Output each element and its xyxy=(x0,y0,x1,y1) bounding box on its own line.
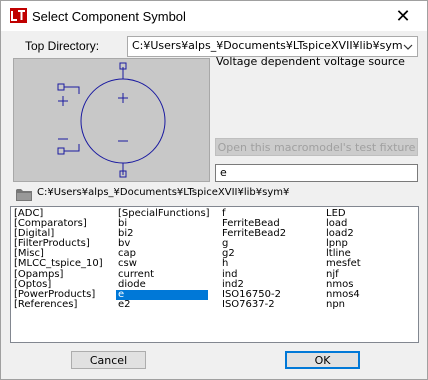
symbol-list[interactable]: [ADC] [Comparators] [Digital] [FilterPro… xyxy=(10,206,419,343)
folder-icon xyxy=(16,189,32,201)
list-column-2: [SpecialFunctions] bi bi2 bv cap csw cur… xyxy=(116,208,210,310)
top-directory-label: Top Directory: xyxy=(25,39,100,53)
top-directory-value: C:¥Users¥alps_¥Documents¥LTspiceXVII¥lib… xyxy=(132,39,403,52)
list-column-1: [ADC] [Comparators] [Digital] [FilterPro… xyxy=(12,208,103,310)
list-item[interactable]: bi2 xyxy=(116,229,210,239)
list-item[interactable]: [References] xyxy=(12,299,103,310)
voltage-source-symbol xyxy=(57,62,166,178)
list-column-4: LED load load2 lpnp ltline mesfet njf nm… xyxy=(324,208,361,310)
filter-input-value: e xyxy=(220,166,227,179)
list-item[interactable]: diode xyxy=(116,279,210,290)
list-item[interactable]: FerriteBead2 xyxy=(220,229,286,239)
list-item[interactable]: npn xyxy=(324,299,361,310)
close-button[interactable]: ✕ xyxy=(381,1,425,31)
filter-input[interactable]: e xyxy=(215,164,418,182)
cancel-button[interactable]: Cancel xyxy=(71,351,146,369)
list-item[interactable]: ISO7637-2 xyxy=(220,299,286,310)
top-directory-select[interactable]: C:¥Users¥alps_¥Documents¥LTspiceXVII¥lib… xyxy=(127,36,418,57)
component-description: Voltage dependent voltage source xyxy=(216,55,405,68)
window-title: Select Component Symbol xyxy=(32,9,186,24)
list-item[interactable]: g2 xyxy=(220,249,286,259)
ltspice-app-icon xyxy=(10,8,27,23)
list-item[interactable]: e2 xyxy=(116,299,210,310)
list-column-3: f FerriteBead FerriteBead2 g g2 h ind in… xyxy=(220,208,286,310)
symbol-preview xyxy=(13,58,210,182)
dialog-window: Select Component Symbol ✕ Top Directory:… xyxy=(0,0,428,380)
list-item[interactable]: [SpecialFunctions] xyxy=(116,208,210,219)
title-bar[interactable]: Select Component Symbol ✕ xyxy=(1,1,427,31)
current-path: C:¥Users¥alps_¥Documents¥LTspiceXVII¥lib… xyxy=(37,187,290,198)
chevron-down-icon[interactable] xyxy=(399,37,417,56)
open-test-fixture-button[interactable]: Open this macromodel's test fixture xyxy=(215,138,418,156)
ok-button[interactable]: OK xyxy=(285,351,360,369)
